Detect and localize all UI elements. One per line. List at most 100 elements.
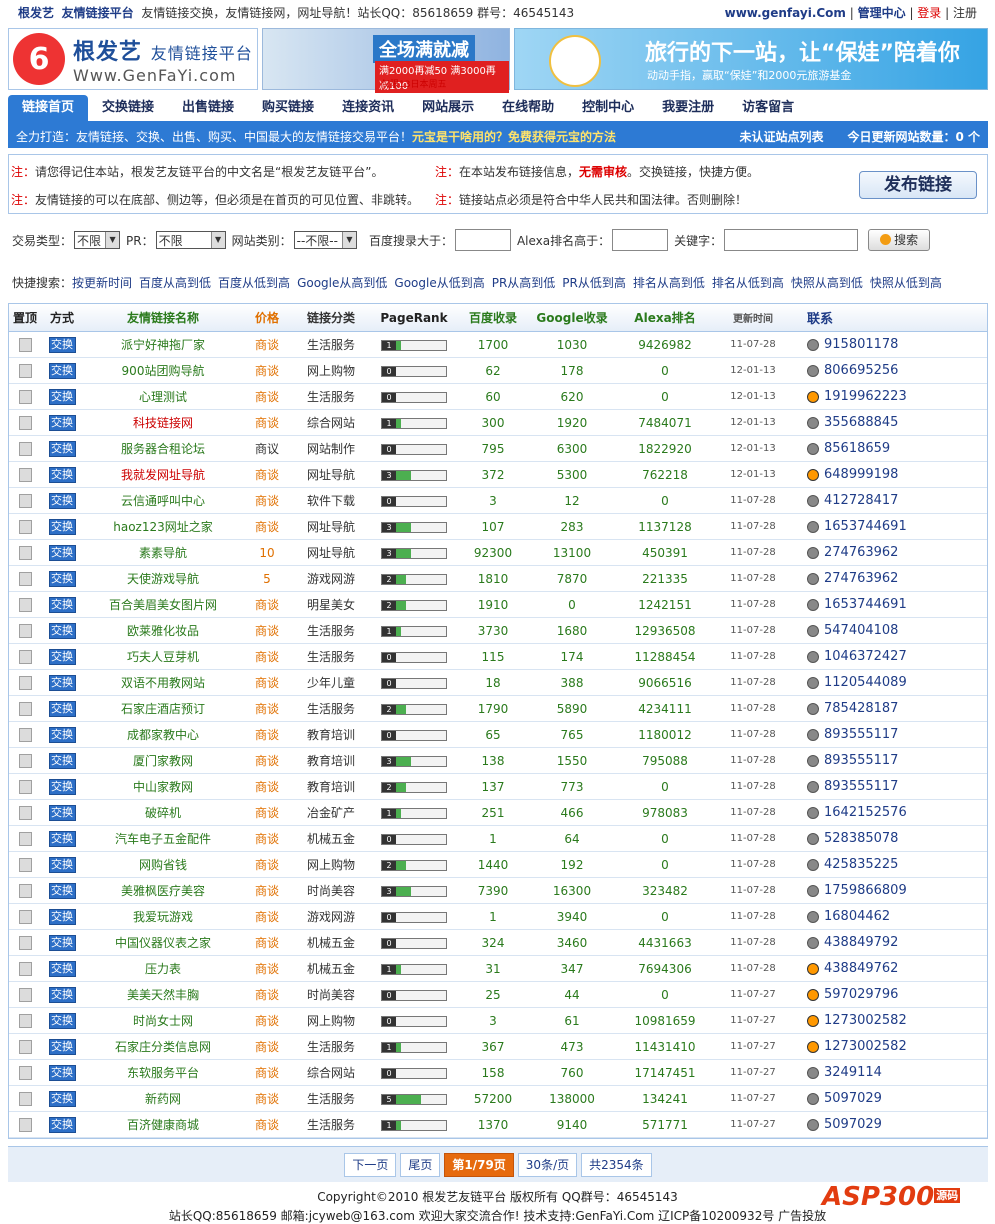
alexa-max-input[interactable] [612,229,669,251]
site-name-link[interactable]: 百济健康商城 [83,1116,243,1133]
pin-top-icon[interactable] [18,675,32,690]
exchange-button[interactable]: 交换 [48,544,76,561]
site-name-link[interactable]: 百合美眉美女图片网 [83,596,243,613]
keyword-input[interactable] [724,229,859,251]
site-name-link[interactable]: 网购省钱 [83,856,243,873]
exchange-button[interactable]: 交换 [48,362,76,379]
site-name-link[interactable]: 素素导航 [83,544,243,561]
nav-item-6[interactable]: 在线帮助 [488,95,568,121]
ad-banner-travel[interactable]: 旅行的下一站，让“保娃”陪着你 动动手指，赢取“保娃”和2000元旅游基金 [514,28,988,90]
exchange-button[interactable]: 交换 [48,648,76,665]
pin-top-icon[interactable] [18,1117,32,1132]
nav-item-7[interactable]: 控制中心 [568,95,648,121]
pin-top-icon[interactable] [18,909,32,924]
exchange-button[interactable]: 交换 [48,778,76,795]
qq-icon[interactable] [807,754,819,767]
pin-top-icon[interactable] [18,1039,32,1054]
qq-icon[interactable] [807,1118,819,1131]
qq-icon[interactable] [807,858,819,871]
site-name-link[interactable]: 心理测试 [83,388,243,405]
quick-search-item[interactable]: Google从高到低 [297,276,387,290]
site-name-link[interactable]: 我爱玩游戏 [83,908,243,925]
pin-top-icon[interactable] [18,857,32,872]
site-name-link[interactable]: 派宁好神拖厂家 [83,336,243,353]
site-url-link[interactable]: www.genfayi.Com [725,6,846,20]
exchange-button[interactable]: 交换 [48,882,76,899]
pin-top-icon[interactable] [18,961,32,976]
qq-icon[interactable] [807,442,819,455]
quick-search-item[interactable]: 快照从高到低 [791,276,863,290]
pin-top-icon[interactable] [18,1091,32,1106]
quick-search-item[interactable]: 快照从低到高 [870,276,942,290]
site-name-link[interactable]: haoz123网址之家 [83,518,243,535]
quick-search-item[interactable]: 按更新时间 [72,276,132,290]
pin-top-icon[interactable] [18,701,32,716]
exchange-button[interactable]: 交换 [48,908,76,925]
pin-top-icon[interactable] [18,597,32,612]
pin-top-icon[interactable] [18,1013,32,1028]
qq-icon[interactable] [807,910,819,923]
quick-search-item[interactable]: 百度从高到低 [139,276,211,290]
quick-search-item[interactable]: 百度从低到高 [218,276,290,290]
exchange-button[interactable]: 交换 [48,596,76,613]
qq-icon[interactable] [807,338,819,351]
nav-item-9[interactable]: 访客留言 [728,95,808,121]
pin-top-icon[interactable] [18,467,32,482]
exchange-button[interactable]: 交换 [48,388,76,405]
site-name-link[interactable]: 破碎机 [83,804,243,821]
exchange-button[interactable]: 交换 [48,830,76,847]
exchange-button[interactable]: 交换 [48,674,76,691]
publish-link-button[interactable]: 发布链接 [859,171,977,199]
nav-item-5[interactable]: 网站展示 [408,95,488,121]
site-name-link[interactable]: 中国仪器仪表之家 [83,934,243,951]
nav-item-2[interactable]: 出售链接 [168,95,248,121]
exchange-button[interactable]: 交换 [48,440,76,457]
exchange-button[interactable]: 交换 [48,1064,76,1081]
qq-icon[interactable] [807,364,819,377]
site-name-link[interactable]: 云信通呼叫中心 [83,492,243,509]
exchange-button[interactable]: 交换 [48,856,76,873]
qq-icon[interactable] [807,884,819,897]
nav-item-3[interactable]: 购买链接 [248,95,328,121]
site-name-link[interactable]: 时尚女士网 [83,1012,243,1029]
exchange-button[interactable]: 交换 [48,700,76,717]
qq-icon[interactable] [807,650,819,663]
pin-top-icon[interactable] [18,727,32,742]
quick-search-item[interactable]: PR从低到高 [562,276,626,290]
site-name-link[interactable]: 中山家教网 [83,778,243,795]
qq-icon[interactable] [807,1066,819,1079]
site-name-link[interactable]: 天使游戏导航 [83,570,243,587]
quick-search-item[interactable]: Google从低到高 [394,276,484,290]
pin-top-icon[interactable] [18,415,32,430]
qq-icon[interactable] [807,572,819,585]
qq-icon[interactable] [807,806,819,819]
pin-top-icon[interactable] [18,779,32,794]
exchange-button[interactable]: 交换 [48,986,76,1003]
qq-icon[interactable] [807,1040,819,1053]
site-name-link[interactable]: 厦门家教网 [83,752,243,769]
site-name-link[interactable]: 美雅枫医疗美容 [83,882,243,899]
exchange-button[interactable]: 交换 [48,622,76,639]
exchange-button[interactable]: 交换 [48,492,76,509]
site-logo[interactable]: 6 根发艺 友情链接平台 Www.GenFaYi.com [8,28,258,90]
pin-top-icon[interactable] [18,935,32,950]
uncertified-sites-link[interactable]: 未认证站点列表 [739,128,823,145]
pin-top-icon[interactable] [18,493,32,508]
pin-top-icon[interactable] [18,753,32,768]
qq-icon[interactable] [807,676,819,689]
pin-top-icon[interactable] [18,649,32,664]
site-name-link[interactable]: 科技链接网 [83,414,243,431]
quick-search-item[interactable]: 排名从低到高 [712,276,784,290]
ad-banner-sale[interactable]: 全场满就减 满2000再减50 满3000再减100 仅限13日本周五 [262,28,510,93]
site-name-link[interactable]: 石家庄分类信息网 [83,1038,243,1055]
quick-search-item[interactable]: PR从高到低 [492,276,556,290]
pin-top-icon[interactable] [18,831,32,846]
pin-top-icon[interactable] [18,441,32,456]
qq-icon[interactable] [807,780,819,793]
exchange-button[interactable]: 交换 [48,752,76,769]
exchange-button[interactable]: 交换 [48,804,76,821]
site-name-link[interactable]: 900站团购导航 [83,362,243,379]
qq-icon[interactable] [807,962,819,975]
pin-top-icon[interactable] [18,987,32,1002]
admin-link[interactable]: 管理中心 [858,6,906,20]
